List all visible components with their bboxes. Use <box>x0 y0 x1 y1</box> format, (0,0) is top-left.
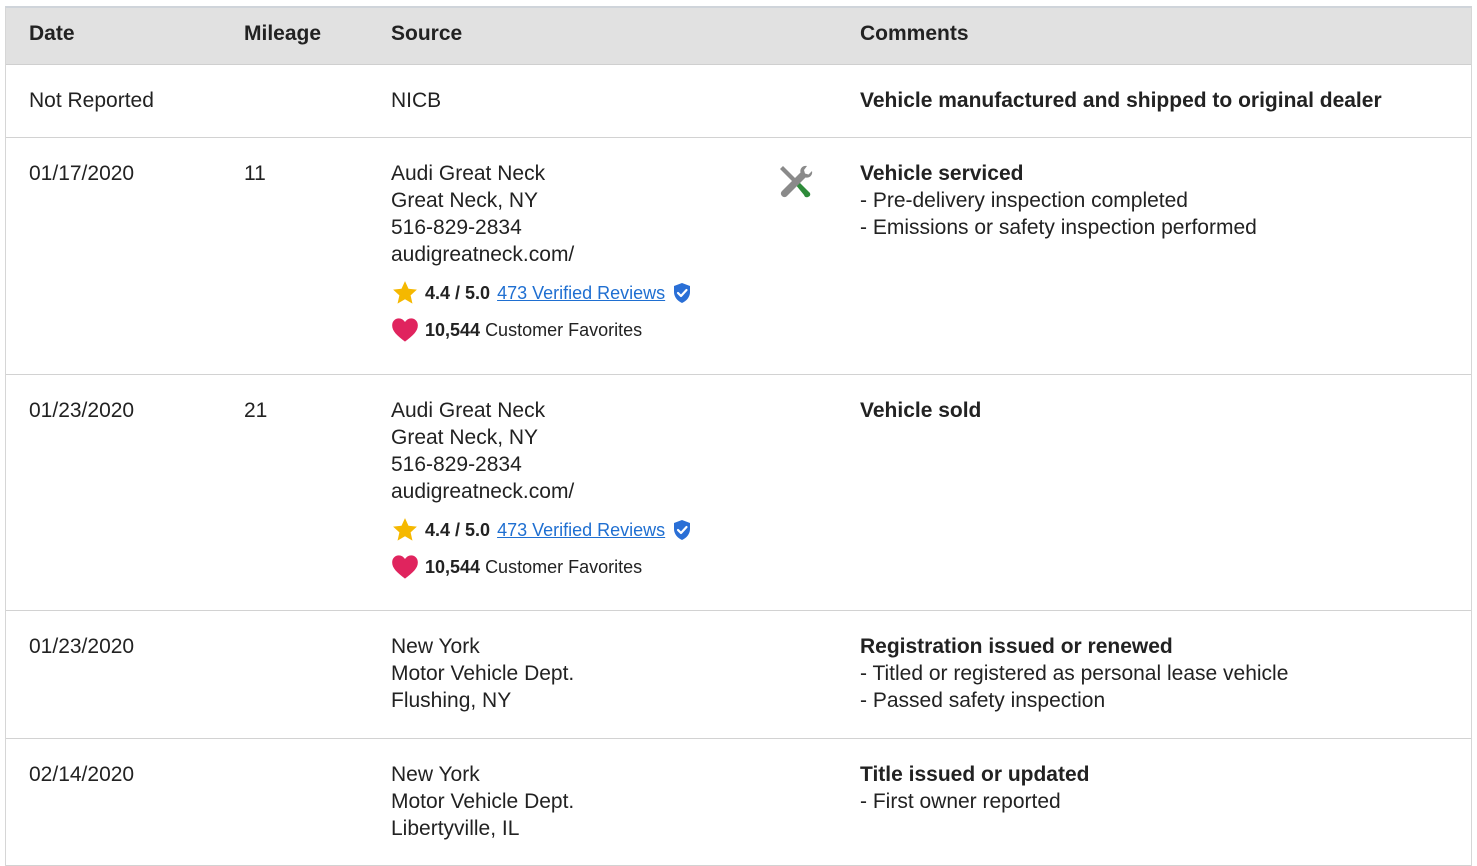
rating-value: 4.4 / 5.0 <box>425 282 491 303</box>
heart-icon <box>391 316 419 344</box>
header-comments: Comments <box>860 22 969 45</box>
comments-cell: Title issued or updated - First owner re… <box>860 761 1089 815</box>
source-line: New York <box>391 635 480 658</box>
table-row: 01/23/2020 New York Motor Vehicle Dept. … <box>6 611 1471 739</box>
source-line: audigreatneck.com/ <box>391 480 575 503</box>
table-row: 01/23/2020 21 Audi Great Neck Great Neck… <box>6 375 1471 611</box>
source-line: New York <box>391 763 480 786</box>
comments-cell: Vehicle manufactured and shipped to orig… <box>860 87 1382 114</box>
table-row: Not Reported NICB Vehicle manufactured a… <box>6 65 1471 138</box>
comment-item: - Pre-delivery inspection completed <box>860 189 1188 212</box>
source-line: audigreatneck.com/ <box>391 243 575 266</box>
source-line: Great Neck, NY <box>391 426 539 449</box>
source-line: 516-829-2834 <box>391 216 522 239</box>
comment-title: Registration issued or renewed <box>860 635 1173 658</box>
date-cell: 01/17/2020 <box>29 162 135 185</box>
star-icon <box>391 279 419 307</box>
mileage-cell: 21 <box>244 399 268 422</box>
table-row: 01/17/2020 11 Audi Great Neck Great Neck… <box>6 138 1471 375</box>
table-header: Date Mileage Source Comments <box>6 8 1471 65</box>
comment-item: - Titled or registered as personal lease… <box>860 662 1289 685</box>
verified-shield-icon <box>671 519 693 541</box>
service-tools-icon <box>774 162 816 211</box>
comment-item: - First owner reported <box>860 790 1061 813</box>
source-line: Audi Great Neck <box>391 162 546 185</box>
heart-icon <box>391 553 419 581</box>
verified-shield-icon <box>671 282 693 304</box>
date-cell: 02/14/2020 <box>29 763 135 786</box>
source-line: Motor Vehicle Dept. <box>391 662 575 685</box>
source-cell: Audi Great Neck Great Neck, NY 516-829-2… <box>391 160 693 342</box>
comment-title: Title issued or updated <box>860 763 1090 786</box>
header-mileage: Mileage <box>244 22 322 45</box>
comments-cell: Registration issued or renewed - Titled … <box>860 633 1288 714</box>
header-date: Date <box>29 22 75 45</box>
comments-cell: Vehicle serviced - Pre-delivery inspecti… <box>860 160 1257 241</box>
comment-item: - Passed safety inspection <box>860 689 1106 712</box>
source-cell: New York Motor Vehicle Dept. Flushing, N… <box>391 633 574 714</box>
verified-reviews-link[interactable]: 473 Verified Reviews <box>497 517 665 544</box>
date-cell: Not Reported <box>29 89 154 112</box>
source-cell: Audi Great Neck Great Neck, NY 516-829-2… <box>391 397 693 579</box>
source-line: Audi Great Neck <box>391 399 546 422</box>
source-line: 516-829-2834 <box>391 453 522 476</box>
comment-title: Vehicle serviced <box>860 162 1024 185</box>
favorites-count: 10,544 <box>425 319 481 340</box>
rating-value: 4.4 / 5.0 <box>425 519 491 540</box>
comment-title: Vehicle manufactured and shipped to orig… <box>860 89 1382 112</box>
comments-cell: Vehicle sold <box>860 397 981 424</box>
comment-title: Vehicle sold <box>860 399 982 422</box>
verified-reviews-link[interactable]: 473 Verified Reviews <box>497 280 665 307</box>
vehicle-history-table: Date Mileage Source Comments Not Reporte… <box>5 6 1472 866</box>
favorites-count: 10,544 <box>425 556 481 577</box>
source-line: Great Neck, NY <box>391 189 539 212</box>
source-line: Motor Vehicle Dept. <box>391 790 575 813</box>
source-cell: NICB <box>391 87 441 114</box>
customer-favorites: 10,544 Customer Favorites <box>391 555 693 579</box>
dealer-rating: 4.4 / 5.0 473 Verified Reviews <box>391 281 693 305</box>
source-line: NICB <box>391 89 442 112</box>
source-cell: New York Motor Vehicle Dept. Libertyvill… <box>391 761 574 842</box>
source-line: Flushing, NY <box>391 689 512 712</box>
date-cell: 01/23/2020 <box>29 635 135 658</box>
mileage-cell: 11 <box>244 162 266 185</box>
favorites-label: Customer Favorites <box>485 319 643 340</box>
date-cell: 01/23/2020 <box>29 399 135 422</box>
dealer-rating: 4.4 / 5.0 473 Verified Reviews <box>391 518 693 542</box>
customer-favorites: 10,544 Customer Favorites <box>391 318 693 342</box>
source-line: Libertyville, IL <box>391 817 520 840</box>
table-row: 02/14/2020 New York Motor Vehicle Dept. … <box>6 739 1471 866</box>
star-icon <box>391 516 419 544</box>
comment-item: - Emissions or safety inspection perform… <box>860 216 1257 239</box>
favorites-label: Customer Favorites <box>485 556 643 577</box>
header-source: Source <box>391 22 463 45</box>
